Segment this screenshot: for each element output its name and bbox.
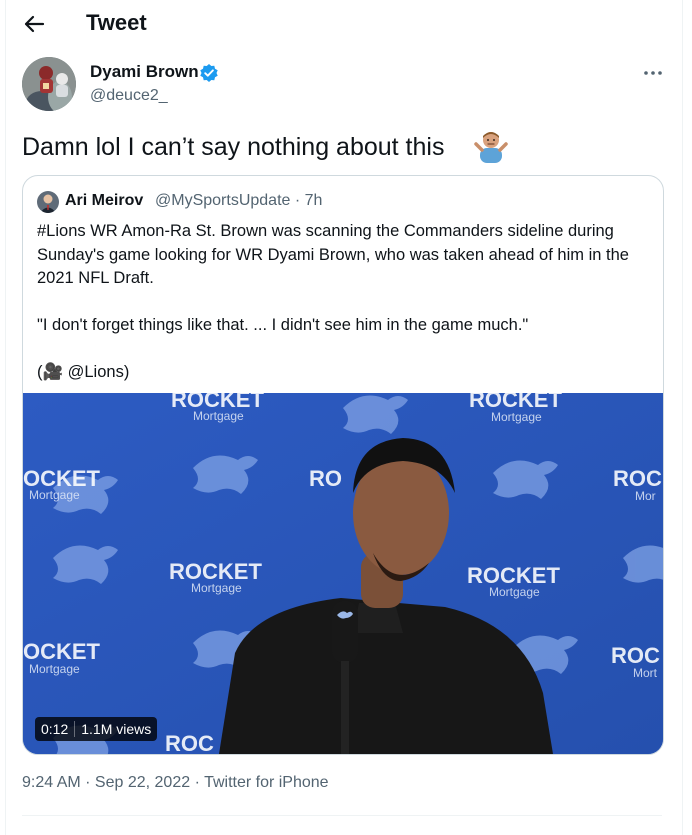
quoted-paragraph-2: "I don't forget things like that. ... I … xyxy=(37,316,529,334)
svg-text:Mortgage: Mortgage xyxy=(29,488,80,502)
svg-text:Mor: Mor xyxy=(635,489,656,503)
ellipsis-icon xyxy=(644,71,662,75)
meta-divider xyxy=(22,815,662,816)
author-handle[interactable]: @deuce2_ xyxy=(90,87,168,105)
svg-text:ROC: ROC xyxy=(611,643,660,668)
svg-text:RO: RO xyxy=(309,466,342,491)
frame-border-right xyxy=(682,0,683,835)
more-options-button[interactable] xyxy=(640,60,666,86)
avatar-photo-icon xyxy=(37,191,59,213)
svg-text:OCKET: OCKET xyxy=(23,639,101,664)
frame-border-left xyxy=(5,0,6,835)
quoted-tweet-card[interactable]: Ari Meirov @MySportsUpdate · 7h #Lions W… xyxy=(22,175,664,755)
svg-text:Mortgage: Mortgage xyxy=(191,581,242,595)
quoted-tweet-body: #Lions WR Amon-Ra St. Brown was scanning… xyxy=(37,220,657,385)
quoted-author-avatar xyxy=(37,191,59,213)
svg-text:ROC: ROC xyxy=(165,731,214,754)
video-stats-badge: 0:12 1.1M views xyxy=(35,717,158,741)
tweet-text: Damn lol I can’t say nothing about this xyxy=(22,133,445,161)
man-shrugging-emoji-icon xyxy=(474,129,508,163)
movie-camera-icon: 🎥 xyxy=(42,363,64,381)
author-name[interactable]: Dyami Brown xyxy=(90,62,199,82)
svg-text:Mortgage: Mortgage xyxy=(193,409,244,423)
video-views: 1.1M views xyxy=(81,721,152,737)
meta-separator: · xyxy=(190,774,205,791)
quoted-time: · 7h xyxy=(290,192,323,209)
svg-text:Mortgage: Mortgage xyxy=(29,662,80,676)
quoted-author-name: Ari Meirov xyxy=(65,192,144,209)
tweet-meta: 9:24 AM · Sep 22, 2022 · Twitter for iPh… xyxy=(22,774,329,792)
tweet-timestamp-link[interactable]: 9:24 AM · Sep 22, 2022 xyxy=(22,774,190,791)
page-header: Tweet xyxy=(0,0,692,50)
svg-text:Mortgage: Mortgage xyxy=(491,410,542,424)
credit-handle: @Lions) xyxy=(63,363,130,381)
page-title: Tweet xyxy=(86,10,147,35)
svg-text:ROC: ROC xyxy=(613,466,662,491)
quoted-author-handle: @MySportsUpdate xyxy=(155,192,291,209)
tweet-source-link[interactable]: Twitter for iPhone xyxy=(204,774,329,791)
video-frame-image: ROCKET ROCKET OCKET RO ROC ROCKET ROCKET… xyxy=(23,393,663,754)
video-duration: 0:12 xyxy=(35,721,76,737)
quoted-handle-time: @MySportsUpdate · 7h xyxy=(155,192,322,210)
svg-text:Mort: Mort xyxy=(633,666,658,680)
verified-badge-icon xyxy=(199,63,219,83)
back-button[interactable] xyxy=(20,10,48,38)
video-player[interactable]: ROCKET ROCKET OCKET RO ROC ROCKET ROCKET… xyxy=(23,393,663,754)
quoted-paragraph-1: #Lions WR Amon-Ra St. Brown was scanning… xyxy=(37,222,629,287)
arrow-left-icon xyxy=(24,15,45,33)
author-avatar[interactable] xyxy=(22,57,76,111)
svg-text:Mortgage: Mortgage xyxy=(489,585,540,599)
avatar-photo-icon xyxy=(22,57,76,111)
quoted-credit: (🎥 @Lions) xyxy=(37,361,657,385)
